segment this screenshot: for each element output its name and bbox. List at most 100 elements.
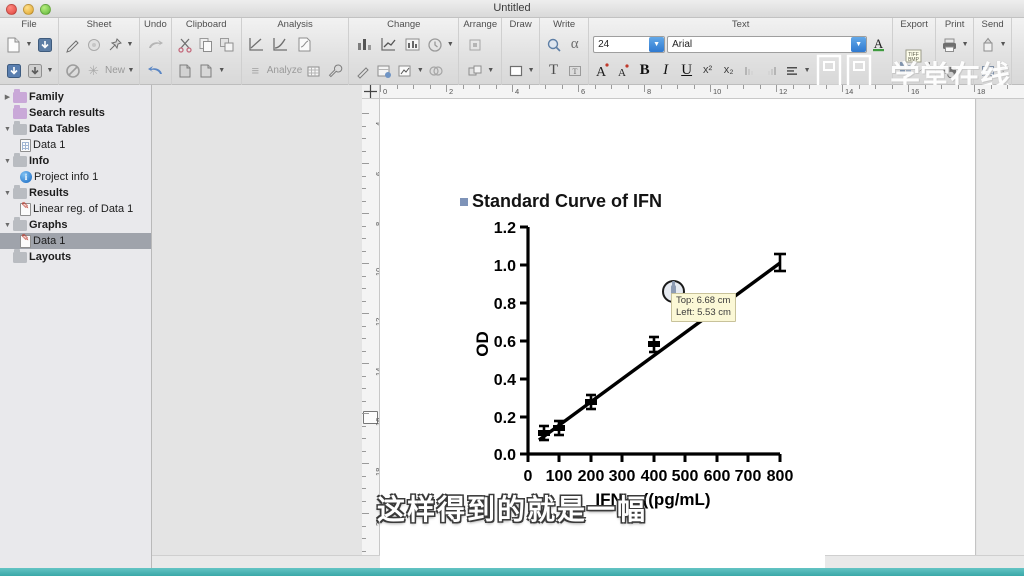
ruler-minor-tick	[891, 85, 893, 89]
sidebar-item-linear-reg-of-data-1[interactable]: Linear reg. of Data 1	[0, 201, 151, 217]
sidebar-item-data-tables[interactable]: ▼ Data Tables	[0, 120, 151, 137]
change-chart-dropdown-icon[interactable]: ▼	[416, 61, 424, 80]
save-icon[interactable]	[4, 61, 23, 80]
redo-icon[interactable]	[144, 34, 166, 56]
analyze-curve-icon[interactable]	[246, 34, 268, 56]
arrange-align-icon[interactable]	[466, 35, 485, 54]
ruler-minor-tick	[924, 85, 926, 89]
new-sheet-icon[interactable]: ✳	[84, 61, 103, 80]
analyze-report-icon[interactable]	[294, 34, 316, 56]
new-file-dropdown-icon[interactable]: ▼	[25, 35, 33, 54]
folder-icon	[13, 184, 27, 199]
duplicate-icon[interactable]	[218, 35, 237, 54]
undo-icon[interactable]	[144, 60, 166, 82]
svg-text:A: A	[596, 65, 607, 79]
superscript-icon[interactable]: x²	[698, 61, 717, 80]
text-indent-left-icon[interactable]	[740, 61, 759, 80]
copy-icon[interactable]	[197, 35, 216, 54]
ruler-minor-tick	[362, 125, 366, 127]
draw-rectangle-icon[interactable]	[506, 61, 525, 80]
tooltip-top-label: Top: 6.68 cm	[676, 295, 731, 306]
pin-sheet-icon[interactable]	[105, 35, 124, 54]
subscript-icon[interactable]: x₂	[719, 61, 738, 80]
svg-text:0.8: 0.8	[494, 296, 516, 313]
font-family-value: Arial	[672, 39, 693, 50]
disclosure-down-icon[interactable]: ▼	[2, 126, 13, 133]
paste-icon[interactable]	[176, 61, 195, 80]
ruler-tick	[362, 463, 369, 464]
duplicate-sheet-icon[interactable]	[84, 35, 103, 54]
chevron-down-icon[interactable]: ▼	[649, 37, 665, 52]
ruler-minor-tick	[362, 175, 366, 177]
sidebar-item-data-1-table[interactable]: Data 1	[0, 137, 151, 153]
no-entry-icon[interactable]	[63, 61, 82, 80]
graph-page-canvas[interactable]: 1.2 1.0 0.8 0.6 0.4 0.2 0.0 0 100 200 30…	[380, 99, 976, 555]
analyze-wrench-icon[interactable]	[325, 61, 344, 80]
sidebar-item-project-info-1[interactable]: i Project info 1	[0, 169, 151, 185]
change-table-icon[interactable]	[374, 61, 393, 80]
rename-sheet-icon[interactable]	[63, 35, 82, 54]
svg-text:0.2: 0.2	[494, 410, 516, 427]
save-as-icon[interactable]	[25, 61, 44, 80]
vertical-ruler[interactable]: 46810121416182022	[362, 99, 380, 555]
text-indent-right-icon[interactable]	[761, 61, 780, 80]
change-clock-icon[interactable]	[425, 35, 444, 54]
decrease-font-size-icon[interactable]: A	[614, 61, 633, 80]
disclosure-right-icon[interactable]: ▶	[2, 93, 13, 101]
magic-wand-icon[interactable]	[353, 61, 372, 80]
underline-icon[interactable]: U	[677, 61, 696, 80]
sidebar-item-data-1-graph[interactable]: Data 1	[0, 233, 151, 249]
align-dropdown-icon[interactable]: ▼	[803, 61, 811, 80]
sidebar-item-info[interactable]: ▼ Info	[0, 152, 151, 169]
analyze-list-icon[interactable]: ≡	[246, 61, 265, 80]
increase-font-size-icon[interactable]: A	[593, 61, 612, 80]
sidebar-item-label: Info	[29, 155, 50, 167]
change-format-icon[interactable]	[401, 34, 423, 56]
sidebar-item-search-results[interactable]: Search results	[0, 104, 151, 121]
folder-icon	[13, 104, 27, 119]
ruler-origin-button[interactable]	[362, 85, 380, 99]
draw-dropdown-icon[interactable]: ▼	[527, 61, 535, 80]
open-file-icon[interactable]	[35, 35, 54, 54]
graph-title[interactable]: Standard Curve of IFN	[460, 191, 800, 212]
new-sheet-dropdown-icon[interactable]: ▼	[127, 61, 135, 80]
sidebar-item-graphs[interactable]: ▼ Graphs	[0, 216, 151, 233]
paste-dropdown-icon[interactable]: ▼	[218, 61, 226, 80]
sidebar-item-layouts[interactable]: Layouts	[0, 248, 151, 265]
paste-special-icon[interactable]	[197, 61, 216, 80]
change-chart-type-icon[interactable]	[395, 61, 414, 80]
disclosure-down-icon[interactable]: ▼	[2, 190, 13, 197]
ruler-minor-tick	[479, 85, 480, 89]
write-text-icon[interactable]: T	[544, 61, 563, 80]
new-file-icon[interactable]	[4, 35, 23, 54]
ruler-minor-tick	[759, 85, 761, 89]
align-text-icon[interactable]	[782, 61, 801, 80]
italic-icon[interactable]: I	[656, 61, 675, 80]
sheet-dropdown-icon[interactable]: ▼	[126, 35, 134, 54]
arrange-group-icon[interactable]	[466, 61, 485, 80]
arrange-dropdown-icon[interactable]: ▼	[487, 61, 495, 80]
disclosure-down-icon[interactable]: ▼	[2, 222, 13, 229]
change-dropdown-icon[interactable]: ▼	[446, 35, 454, 54]
bold-icon[interactable]: B	[635, 61, 654, 80]
disclosure-down-icon[interactable]: ▼	[2, 158, 13, 165]
write-search-icon[interactable]	[544, 35, 563, 54]
ruler-minor-tick	[462, 85, 464, 89]
folder-icon	[13, 88, 27, 103]
folder-icon	[13, 248, 27, 263]
sidebar-item-results[interactable]: ▼ Results	[0, 184, 151, 201]
change-bars-icon[interactable]	[353, 34, 375, 56]
sidebar-item-family[interactable]: ▶ Family	[0, 88, 151, 105]
ruler-minor-tick	[362, 325, 366, 327]
save-as-dropdown-icon[interactable]: ▼	[46, 61, 54, 80]
font-size-select[interactable]: 24 ▼	[593, 36, 666, 53]
change-color-icon[interactable]	[426, 61, 445, 80]
video-progress-bar[interactable]	[0, 568, 1024, 576]
write-textbox-icon[interactable]: T	[565, 61, 584, 80]
ribbon-group-print-label: Print	[944, 19, 965, 30]
horizontal-ruler[interactable]: 0 2 4 6 8 10 12 14 16 18	[362, 85, 1024, 99]
cut-icon[interactable]	[176, 35, 195, 54]
analyze-table-icon[interactable]	[304, 61, 323, 80]
analyze-fit-icon[interactable]	[270, 34, 292, 56]
change-axis-icon[interactable]	[377, 34, 399, 56]
